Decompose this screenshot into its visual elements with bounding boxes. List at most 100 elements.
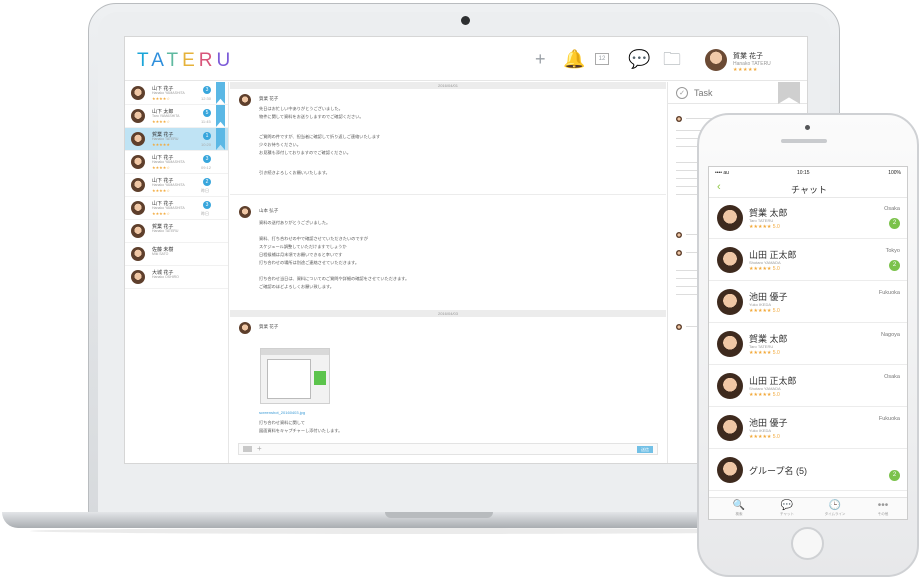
message-line: 図面資料をキャプチャーし添付いたします。 (259, 428, 343, 433)
contact-item[interactable]: 山下 花子 Hanako YAMASHITA ★★★★☆ 2 昨日 (125, 174, 228, 197)
contact-sub: Shotaro YAMADA (749, 260, 781, 265)
rating-stars: ★★★★☆ (152, 188, 170, 193)
tab-clock[interactable]: 🕒 タイムライン (815, 500, 855, 517)
chat-list-item[interactable]: 山田 正太郎 Shotaro YAMADA ★★★★★ 5.0 Osaka (709, 367, 907, 407)
message-line: 日程候補は月末頃でお願いできると幸いです (259, 252, 343, 257)
task-header: ✓ Task (668, 82, 807, 104)
rating-stars: ★★★★★ 5.0 (749, 224, 780, 230)
contact-list: 山下 花子 Hanako YAMASHITA ★★★★☆ 3 12:30 山下 太郎 Tar… (125, 82, 229, 463)
attachment-thumbnail[interactable] (260, 348, 330, 404)
rating-stars: ★★★★☆ (152, 119, 170, 124)
tab-chat[interactable]: 💬 チャット (767, 500, 807, 517)
tab-label: タイムライン (824, 512, 846, 516)
contact-time: 昨日 (201, 188, 209, 193)
message-line: ご質問の件ですが、担当者に確認して折り返しご連絡いたします (259, 134, 381, 139)
contact-item[interactable]: 山下 花子 Hanako YAMASHITA ★★★★☆ 3 09:12 (125, 151, 228, 174)
user-stars: ★★★★★ (733, 67, 758, 73)
tab-more[interactable]: ••• その他 (863, 500, 903, 517)
carrier: •••• au (715, 170, 729, 176)
unread-badge: 3 (203, 155, 211, 163)
avatar (239, 322, 251, 334)
attach-icon[interactable] (243, 446, 252, 452)
chat-icon[interactable]: 💬 (628, 50, 650, 68)
avatar (717, 373, 743, 399)
folder-icon[interactable]: 🗀 (663, 50, 681, 68)
unread-badge: 2 (889, 218, 900, 229)
contact-item[interactable]: 佐藤 未樹 Miki SATO (125, 243, 228, 266)
nav-bar: ‹ チャット (709, 178, 907, 198)
chat-list-item[interactable]: 山田 正太郎 Shotaro YAMADA ★★★★★ 5.0 Tokyo 2 (709, 241, 907, 281)
tateru-logo[interactable]: TATERU (137, 50, 234, 72)
phone-speaker (781, 139, 827, 143)
avatar (717, 289, 743, 315)
home-button[interactable] (791, 527, 824, 560)
bell-icon[interactable]: 🔔 (563, 50, 585, 68)
divider (230, 194, 666, 195)
message-line: 打ち合わせ資料に関して (259, 420, 305, 425)
avatar (131, 178, 145, 192)
chat-list-item[interactable]: 賀業 太郎 Taro TATERU ★★★★★ 5.0 Osaka 2 (709, 199, 907, 239)
message-composer[interactable]: + 送信 (238, 443, 658, 455)
rating-stars: ★★★★★ 5.0 (749, 350, 780, 356)
bookmark-icon[interactable] (216, 105, 225, 127)
plus-icon[interactable]: + (257, 444, 262, 453)
contact-sub: Shotaro YAMADA (749, 386, 781, 391)
contact-sub: Hanako YAMASHITA (152, 160, 185, 164)
avatar (676, 116, 682, 122)
message-line: 先日はお忙しい中ありがとうございました。 (259, 106, 343, 111)
avatar (131, 224, 145, 238)
task-title: Task (694, 88, 713, 98)
contact-item[interactable]: 山下 太郎 Taro YAMASHITA ★★★★☆ 5 11:45 (125, 105, 228, 128)
contact-city: Nagoya (881, 332, 900, 338)
chat-list-item[interactable]: 池田 優子 Yuko IKEDA ★★★★★ 5.0 Fukuoka (709, 409, 907, 449)
contact-sub: Hanako YAMASHITA (152, 206, 185, 210)
bookmark-icon[interactable] (778, 82, 800, 104)
contact-sub: Hanako YAMASHITA (152, 91, 185, 95)
avatar (717, 331, 743, 357)
contact-item[interactable]: 大城 花子 Hanako OSHIRO (125, 266, 228, 289)
rating-stars: ★★★★★ 5.0 (749, 266, 780, 272)
tab-search[interactable]: 🔍 検索 (719, 500, 759, 517)
plus-icon[interactable]: + (535, 50, 546, 68)
laptop-notch (385, 512, 493, 518)
contact-sub: Taro YAMASHITA (152, 114, 180, 118)
chat-list-item[interactable]: 賀業 太郎 Taro TATERU ★★★★★ 5.0 Nagoya (709, 325, 907, 365)
contact-sub: Miki SATO (152, 252, 169, 256)
contact-sub: Hanako TATERU (152, 137, 179, 141)
avatar (131, 132, 145, 146)
avatar (239, 94, 251, 106)
tab-label: 検索 (735, 512, 743, 516)
attachment-link[interactable]: screenshot_20160403.jpg (259, 410, 305, 415)
contact-city: Fukuoka (878, 290, 900, 296)
message-line: スケジュール調整していただけますでしょうか (259, 244, 347, 249)
contact-item[interactable]: 山下 花子 Hanako YAMASHITA ★★★★☆ 3 12:30 (125, 82, 228, 105)
chat-list-item[interactable]: グループ名 (5) 2 (709, 451, 907, 491)
rating-stars: ★★★★★ (152, 142, 170, 147)
contact-sub: Taro TATERU (749, 344, 774, 349)
bookmark-icon[interactable] (216, 128, 225, 150)
contact-time: 12:30 (201, 96, 212, 101)
contact-sub: Hanako OSHIRO (152, 275, 179, 279)
contact-item[interactable]: 賀業 花子 Hanako TATERU ★★★★★ 1 10:20 (125, 128, 228, 151)
message-author: 山本 弘子 (259, 208, 279, 213)
contact-sub: Hanako YAMASHITA (152, 183, 185, 187)
contact-sub: Yuko IKEDA (749, 302, 772, 307)
avatar (717, 415, 743, 441)
send-button[interactable]: 送信 (637, 446, 653, 453)
check-icon[interactable]: ✓ (676, 87, 688, 99)
bookmark-icon[interactable] (216, 82, 225, 104)
contact-time: 11:45 (201, 119, 211, 124)
chat-list-item[interactable]: 池田 優子 Yuko IKEDA ★★★★★ 5.0 Fukuoka (709, 283, 907, 323)
contact-item[interactable]: 山下 花子 Hanako YAMASHITA ★★★★☆ 3 昨日 (125, 197, 228, 220)
avatar (717, 247, 743, 273)
calendar-icon[interactable]: 12 (595, 53, 609, 65)
unread-badge: 2 (889, 470, 900, 481)
contact-sub: Taro TATERU (749, 218, 774, 223)
user-name: 賀業 花子 (733, 53, 763, 60)
contact-item[interactable]: 賀業 花子 Hanako TATERU (125, 220, 228, 243)
phone-screen: •••• au 10:15 100% ‹ チャット 賀業 太郎 Taro TATE… (708, 166, 908, 520)
tab-label: その他 (877, 512, 889, 516)
contact-time: 09:12 (201, 165, 212, 170)
status-bar: •••• au 10:15 100% (709, 167, 907, 178)
user-avatar[interactable] (705, 49, 727, 71)
